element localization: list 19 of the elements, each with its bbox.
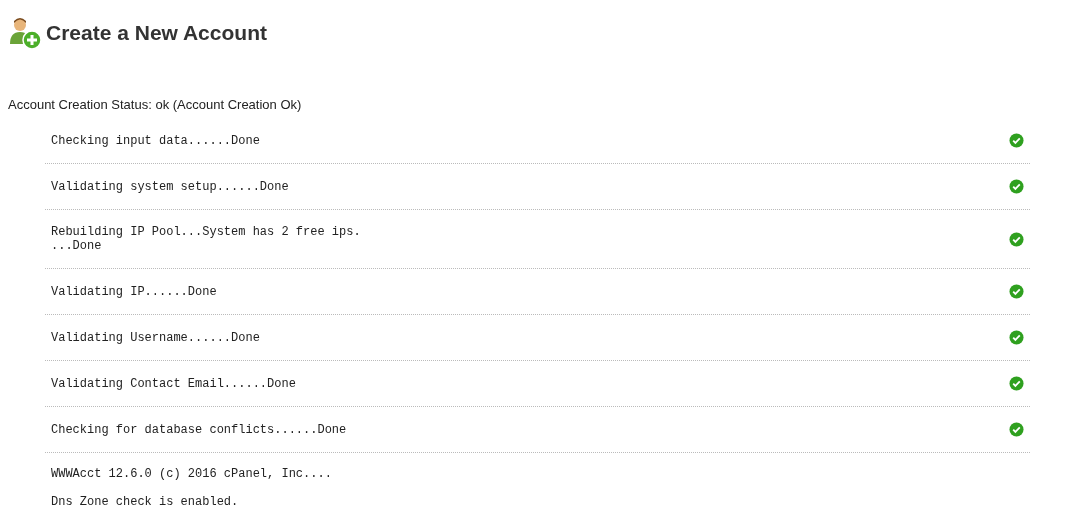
check-icon <box>1009 330 1024 345</box>
check-icon <box>1009 231 1024 247</box>
step-text: Checking for database conflicts......Done <box>51 422 347 437</box>
user-add-icon <box>8 16 42 50</box>
check-icon <box>1009 284 1024 299</box>
step-text: Validating IP......Done <box>51 284 217 299</box>
status-text: Account Creation Status: ok (Account Creation Ok) <box>8 97 303 112</box>
step-text: Rebuilding IP Pool...System has 2 free ips. ...Done <box>51 225 361 253</box>
log-line: WWWAcct 12.6.0 (c) 2016 cPanel, Inc.... <box>51 467 333 481</box>
check-icon <box>1009 179 1024 194</box>
check-icon <box>1009 422 1024 437</box>
check-icon <box>1009 133 1024 148</box>
step-text: Validating system setup......Done <box>51 179 289 194</box>
step-text: Validating Contact Email......Done <box>51 376 296 391</box>
log-line: Dns Zone check is enabled. <box>51 495 240 509</box>
page-title: Create a New Account <box>46 21 267 45</box>
step-text: Validating Username......Done <box>51 330 260 345</box>
step-text: Checking input data......Done <box>51 133 260 148</box>
check-icon <box>1009 376 1024 391</box>
